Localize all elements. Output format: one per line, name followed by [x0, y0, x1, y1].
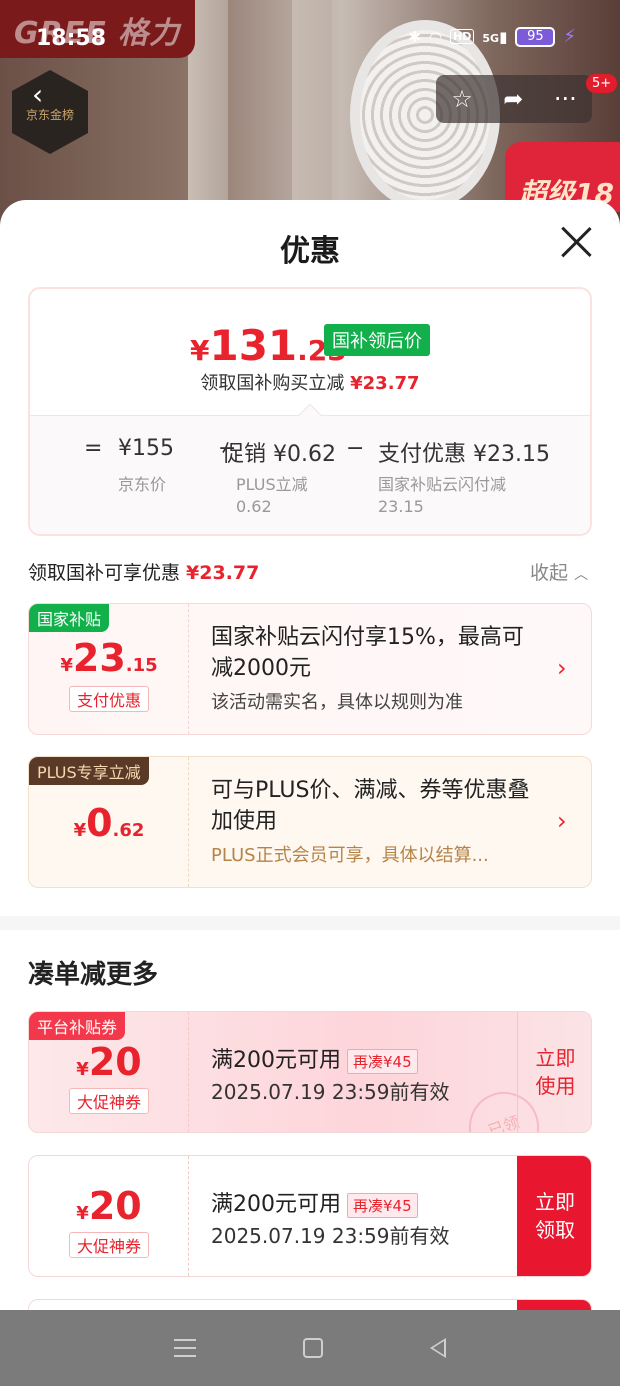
coupon-corner-tag: 平台补贴券 — [29, 1012, 126, 1040]
collapse-button[interactable]: 收起 ︿ — [530, 558, 588, 585]
close-icon[interactable] — [558, 224, 594, 260]
system-navigation-bar — [0, 1310, 620, 1386]
coupon-decimal: .15 — [125, 655, 158, 676]
price-breakdown: = ¥155 − 促销 ¥0.62 − 支付优惠 ¥23.15 京东价 PLUS… — [30, 403, 590, 534]
national-subsidy-coupon[interactable]: 国家补贴 ¥23.15 支付优惠 国家补贴云闪付享15%，最高可减2000元 该… — [28, 603, 592, 735]
coupon-integer: 20 — [88, 1184, 142, 1228]
price-sub-line: 领取国补购买立减 ¥23.77 — [30, 369, 590, 395]
promo-value-text: 促销 ¥0.62 — [222, 442, 336, 467]
coupon-integer: 20 — [88, 1040, 142, 1084]
pay-discount-label: 国家补贴云闪付减 — [378, 475, 507, 494]
subsidy-price-tag: 国补领后价 — [324, 324, 430, 356]
more-count-badge: 5+ — [586, 74, 618, 93]
coupon-subtitle: 该活动需实名，具体以规则为准 — [211, 692, 463, 713]
plus-discount-label: PLUS立减 — [236, 475, 308, 494]
coupon-amount-area: PLUS专享立减 ¥0.62 — [29, 757, 189, 887]
back-icon[interactable]: ‹ — [32, 78, 43, 111]
coupon-corner-tag: PLUS专享立减 — [29, 757, 149, 785]
coupon-integer: 0 — [86, 801, 113, 845]
home-icon[interactable] — [302, 1338, 323, 1358]
coupon-condition: 满200元可用 再凑¥45 — [211, 1042, 418, 1074]
price-integer: 131 — [209, 321, 298, 370]
collapse-label: 收起 — [530, 562, 569, 584]
more-icon[interactable]: ··· — [554, 85, 577, 113]
platform-coupon-unclaimed[interactable]: ¥20 大促神券 满200元可用 再凑¥45 2025.07.19 23:59前有… — [28, 1155, 592, 1277]
status-time: 18:58 — [36, 26, 107, 51]
coupon-amount: ¥23.15 — [29, 636, 189, 680]
discount-section-header: 领取国补可享优惠 ¥23.77 — [28, 558, 259, 585]
charging-icon: ⚡ — [563, 26, 576, 47]
coupon-corner-tag: 国家补贴 — [29, 604, 110, 632]
back-nav-icon[interactable] — [430, 1338, 447, 1358]
coupon-type-tag: 支付优惠 — [69, 686, 149, 712]
coupon-title: 可与PLUS价、满减、券等优惠叠加使用 — [211, 778, 530, 834]
coupon-amount-area: 平台补贴券 ¥20 大促神券 — [29, 1012, 189, 1132]
pay-discount-value: 支付优惠 ¥23.15 — [378, 442, 550, 467]
coupon-symbol: ¥ — [76, 1203, 89, 1224]
coupon-gap-tag: 再凑¥45 — [347, 1048, 418, 1074]
top-action-bar: ☆ ➦ ··· — [436, 75, 592, 123]
coupon-condition-text: 满200元可用 — [211, 1192, 341, 1217]
coupon-expiry: 2025.07.19 23:59前有效 — [211, 1224, 450, 1248]
hd-icon: HD — [450, 29, 475, 44]
wifi-icon: ◠ — [428, 27, 443, 46]
coupon-expiry: 2025.07.19 23:59前有效 — [211, 1080, 450, 1104]
discount-sheet: 优惠 ¥131.23 国补领后价 领取国补购买立减 ¥23.77 = ¥155 … — [0, 200, 620, 1310]
plus-discount-sub: 0.62 — [236, 497, 272, 516]
share-icon[interactable]: ➦ — [503, 85, 523, 113]
coupon-amount: ¥0.62 — [29, 801, 189, 845]
use-now-button[interactable]: 立即使用 — [517, 1012, 591, 1132]
claim-now-button[interactable]: 立即领取 — [517, 1156, 591, 1276]
section-divider — [0, 916, 620, 930]
coupon-decimal: .62 — [112, 820, 145, 841]
coupon-amount-area: 国家补贴 ¥23.15 支付优惠 — [29, 604, 189, 734]
pay-discount-sub: 23.15 — [378, 497, 424, 516]
price-summary-card: ¥131.23 国补领后价 领取国补购买立减 ¥23.77 = ¥155 − 促… — [28, 287, 592, 536]
discount-section-title: 领取国补可享优惠 — [28, 562, 181, 584]
price-sub-label: 领取国补购买立减 — [200, 373, 345, 394]
coupon-condition-text: 满200元可用 — [211, 1048, 341, 1073]
coupon-symbol: ¥ — [73, 820, 87, 841]
price-symbol: ¥ — [190, 334, 210, 367]
price-sub-value: ¥23.77 — [350, 373, 420, 394]
network-type: 5G — [482, 31, 500, 45]
coupon-integer: 23 — [72, 636, 126, 680]
sheet-title: 优惠 — [280, 234, 340, 269]
coupon-symbol: ¥ — [60, 655, 73, 676]
coupon-amount: ¥20 — [29, 1184, 189, 1228]
equals-sign: = — [84, 436, 103, 461]
chevron-right-icon[interactable]: › — [557, 654, 567, 682]
promo-value: 促销 ¥0.62 — [222, 436, 336, 468]
coupon-subtitle: PLUS正式会员可享，具体以结算... — [211, 845, 489, 866]
coupon-symbol: ¥ — [76, 1059, 89, 1080]
bluetooth-icon: ✱ — [408, 27, 421, 46]
coupon-amount: ¥20 — [29, 1040, 189, 1084]
status-bar: 18:58 ✱ ◠ HD 5G▮ 95 ⚡ — [0, 0, 620, 70]
chevron-up-icon: ︿ — [574, 567, 589, 583]
coupon-type-tag: 大促神券 — [69, 1232, 149, 1258]
chevron-right-icon[interactable]: › — [557, 807, 567, 835]
favorite-star-icon[interactable]: ☆ — [451, 85, 473, 113]
plus-discount-coupon[interactable]: PLUS专享立减 ¥0.62 可与PLUS价、满减、券等优惠叠加使用 PLUS正… — [28, 756, 592, 888]
signal-icon: 5G▮ — [482, 27, 508, 46]
status-icons: ✱ ◠ HD 5G▮ 95 ⚡ — [408, 26, 576, 47]
discount-section-value: ¥23.77 — [186, 562, 260, 584]
jd-price-value: ¥155 — [118, 436, 174, 461]
coupon-condition: 满200元可用 再凑¥45 — [211, 1186, 418, 1218]
more-section-title: 凑单减更多 — [28, 960, 159, 990]
minus-sign: − — [346, 436, 365, 461]
coupon-amount-area: ¥20 大促神券 — [29, 1156, 189, 1276]
battery-icon: 95 — [515, 26, 556, 47]
recent-apps-icon[interactable] — [173, 1339, 196, 1357]
coupon-title: 国家补贴云闪付享15%，最高可减2000元 — [211, 625, 524, 681]
claim-button-partial[interactable] — [517, 1300, 591, 1310]
platform-coupon-claimed[interactable]: 平台补贴券 ¥20 大促神券 满200元可用 再凑¥45 2025.07.19 2… — [28, 1011, 592, 1133]
coupon-type-tag: 大促神券 — [69, 1088, 149, 1114]
jd-price-label: 京东价 — [118, 475, 167, 494]
next-coupon-partial[interactable] — [28, 1299, 592, 1310]
coupon-gap-tag: 再凑¥45 — [347, 1192, 418, 1218]
